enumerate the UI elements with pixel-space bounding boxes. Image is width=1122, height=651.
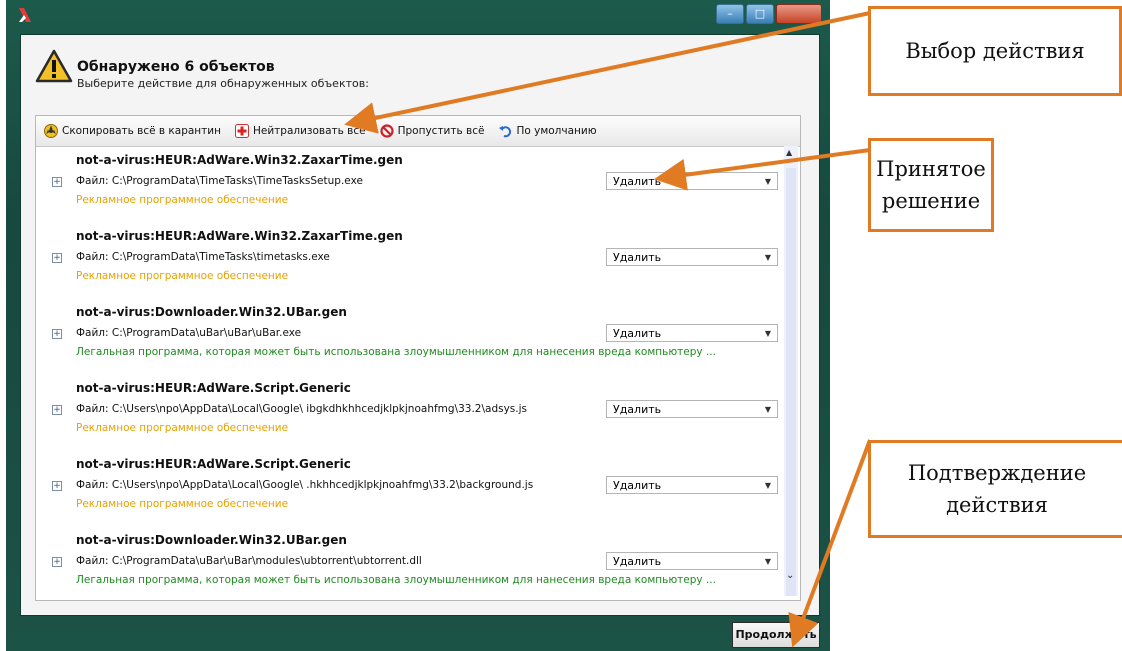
callout-decision-text: Принятое решение [876, 157, 986, 213]
callout-confirm: Подтверждение действия [868, 440, 1122, 538]
annotation-arrows [344, 11, 872, 648]
arrow-choose-action [344, 11, 871, 134]
callout-choose-action-text: Выбор действия [905, 39, 1085, 63]
arrow-confirm [788, 439, 872, 648]
callout-choose-action: Выбор действия [868, 6, 1122, 96]
callout-confirm-text: Подтверждение действия [907, 461, 1087, 517]
arrow-decision [654, 148, 871, 191]
callout-decision: Принятое решение [868, 138, 994, 232]
